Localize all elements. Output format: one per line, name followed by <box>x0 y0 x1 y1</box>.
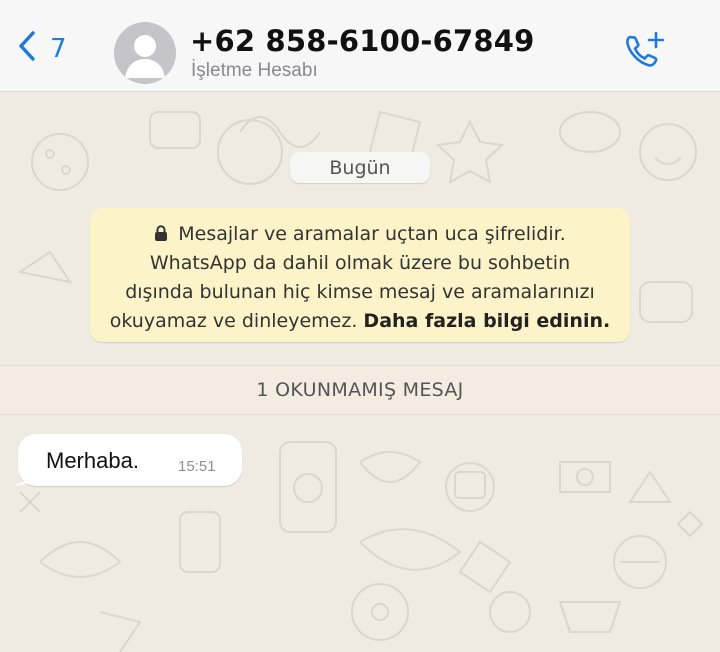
back-button[interactable]: 7 <box>18 30 67 67</box>
unread-messages-banner: 1 OKUNMAMIŞ MESAJ <box>0 365 720 415</box>
encryption-notice-line-4: okuyamaz ve dinleyemez. <box>109 310 358 332</box>
message-time: 15:51 <box>178 458 216 475</box>
encryption-notice-line-1: Mesajlar ve aramalar uçtan uca şifrelidi… <box>178 223 566 245</box>
encryption-notice[interactable]: Mesajlar ve aramalar uçtan uca şifrelidi… <box>90 208 630 342</box>
phone-add-icon[interactable] <box>622 30 668 79</box>
chevron-left-icon <box>18 30 36 67</box>
message-text: Merhaba. <box>46 448 139 473</box>
person-avatar-icon[interactable] <box>114 22 176 84</box>
encryption-notice-line-3: dışında bulunan hiç kimse mesaj ve arama… <box>125 281 595 303</box>
learn-more-link[interactable]: Daha fazla bilgi edinin. <box>363 310 610 332</box>
incoming-message-bubble[interactable]: Merhaba. 15:51 <box>12 434 242 486</box>
contact-name[interactable]: +62 858-6100-67849 <box>190 24 535 58</box>
chat-header: 7 +62 858-6100-67849 İşletme Hesabı <box>0 0 720 92</box>
date-separator: Bugün <box>290 152 430 183</box>
unread-chats-count: 7 <box>50 33 67 64</box>
message-row: Merhaba. 15:51 <box>12 434 242 486</box>
bubble-tail <box>12 468 32 486</box>
encryption-notice-line-2: WhatsApp da dahil olmak üzere bu sohbeti… <box>149 252 571 274</box>
chat-area[interactable]: Bugün Mesajlar ve aramalar uçtan uca şif… <box>0 92 720 652</box>
contact-subtitle: İşletme Hesabı <box>191 60 318 81</box>
lock-icon <box>154 223 178 245</box>
